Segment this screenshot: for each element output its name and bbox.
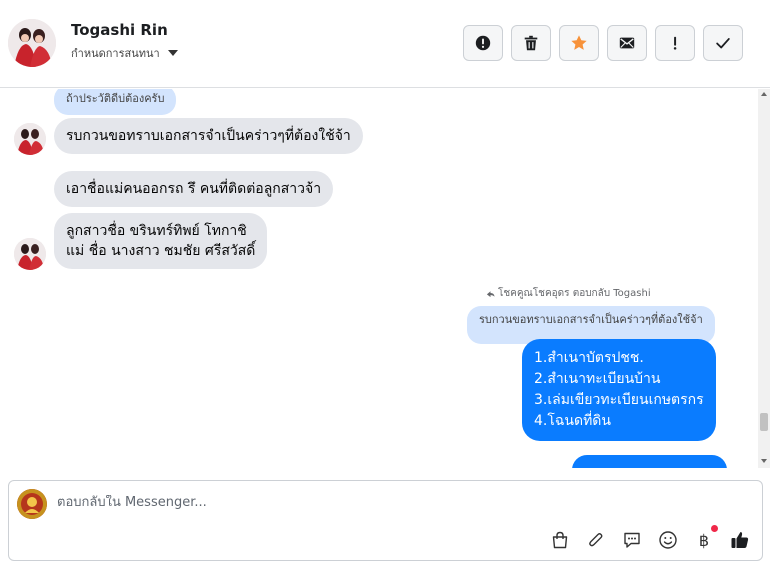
- bag-icon: [552, 531, 568, 549]
- sender-avatar[interactable]: [14, 238, 46, 270]
- payment-button[interactable]: ฿: [693, 525, 718, 551]
- star-icon: [571, 35, 587, 50]
- message-thread[interactable]: ถ้าประวัติดีบ่ต้องครับ รบกวนขอทราบเอกสาร…: [0, 89, 770, 468]
- message-line: แม่ ชื่อ นางสาว ชมชัย ศรีสวัสดิ์: [66, 243, 256, 259]
- star-button[interactable]: [559, 25, 599, 61]
- reply-arrow-icon: [486, 291, 495, 298]
- scroll-up-arrow-icon[interactable]: [761, 92, 767, 96]
- caret-down-icon: [167, 50, 178, 56]
- quoted-message: ถ้าประวัติดีบ่ต้องครับ: [54, 89, 177, 115]
- delete-button[interactable]: [511, 25, 551, 61]
- reply-indicator: โชคคูณโชคอุดร ตอบกลับ Togashi: [486, 286, 651, 301]
- mail-icon: [619, 37, 635, 49]
- emoji-button[interactable]: [657, 529, 679, 551]
- saved-replies-button[interactable]: [621, 529, 643, 551]
- mark-unread-button[interactable]: [607, 25, 647, 61]
- incoming-message[interactable]: รบกวนขอทราบเอกสารจำเป็นคร่าวๆที่ต้องใช้จ…: [54, 118, 363, 154]
- thread-scrollbar[interactable]: [758, 89, 770, 468]
- reply-composer: ฿: [8, 480, 763, 561]
- contact-avatar[interactable]: [8, 19, 56, 67]
- message-line: ลูกสาวชื่อ ขรินทร์ทิพย์ โทกาชิ: [66, 223, 247, 239]
- header-toolbar: [463, 25, 743, 61]
- baht-icon: ฿: [698, 530, 710, 550]
- trash-icon: [524, 35, 538, 51]
- message-line: 2.สำเนาทะเบียนบ้าน: [534, 371, 661, 387]
- outgoing-message[interactable]: 1.สำเนาบัตรปชช. 2.สำเนาทะเบียนบ้าน 3.เล่…: [522, 339, 716, 441]
- follow-up-button[interactable]: [655, 25, 695, 61]
- sender-avatar[interactable]: [14, 123, 46, 155]
- alert-icon: [475, 35, 491, 51]
- contact-name[interactable]: Togashi Rin: [71, 21, 168, 39]
- check-icon: [716, 38, 730, 49]
- exclamation-icon: [673, 36, 677, 50]
- conversation-status-label: กำหนดการสนทนา: [71, 47, 160, 60]
- done-button[interactable]: [703, 25, 743, 61]
- attachment-icon: [589, 533, 603, 547]
- spam-button[interactable]: [463, 25, 503, 61]
- attach-button[interactable]: [585, 529, 607, 551]
- scrollbar-thumb[interactable]: [760, 413, 768, 431]
- message-line: 4.โฉนดที่ดิน: [534, 413, 611, 429]
- reply-input[interactable]: [57, 495, 657, 510]
- saved-reply-icon: [624, 532, 640, 548]
- incoming-message[interactable]: ลูกสาวชื่อ ขรินทร์ทิพย์ โทกาชิ แม่ ชื่อ …: [54, 213, 268, 269]
- like-button[interactable]: [729, 529, 751, 551]
- notification-dot: [711, 525, 718, 532]
- message-line: 1.สำเนาบัตรปชช.: [534, 350, 644, 366]
- scroll-down-arrow-icon[interactable]: [761, 459, 767, 463]
- conversation-status-dropdown[interactable]: กำหนดการสนทนา: [71, 44, 178, 62]
- shop-button[interactable]: [549, 529, 571, 551]
- like-icon: [731, 532, 749, 548]
- outgoing-message-partial[interactable]: [572, 455, 727, 468]
- conversation-header: Togashi Rin กำหนดการสนทนา: [0, 0, 770, 88]
- page-avatar: [17, 489, 47, 519]
- message-line: 3.เล่มเขียวทะเบียนเกษตรกร: [534, 392, 704, 408]
- reply-indicator-text: โชคคูณโชคอุดร ตอบกลับ Togashi: [498, 288, 651, 299]
- emoji-icon: [659, 531, 677, 549]
- incoming-message[interactable]: เอาชื่อแม่คนออกรถ รึ คนที่ติดต่อลูกสาวจ้…: [54, 171, 334, 207]
- composer-toolbar: ฿: [549, 525, 751, 551]
